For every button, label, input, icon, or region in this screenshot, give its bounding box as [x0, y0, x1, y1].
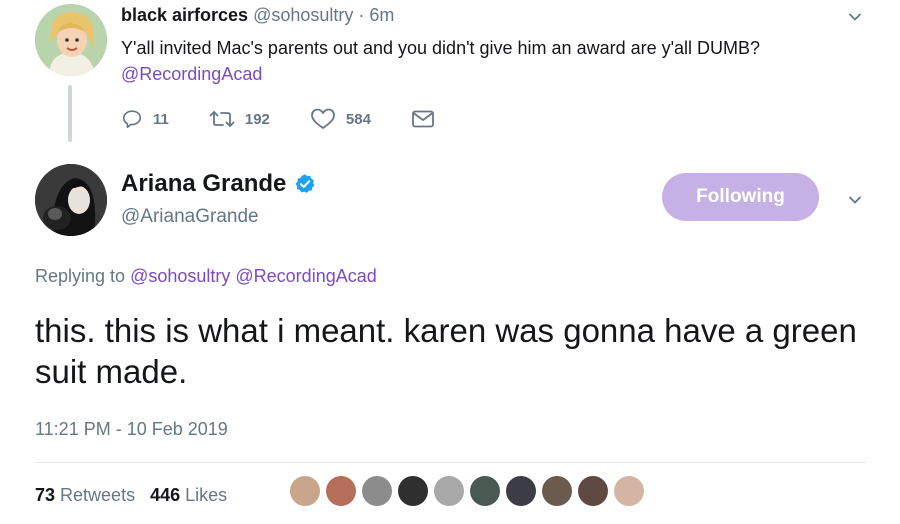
parent-mention-link[interactable]: @RecordingAcad	[121, 64, 262, 84]
retweet-icon	[209, 111, 235, 127]
parent-tweet-header: black airforces @sohosultry · 6m	[121, 4, 394, 26]
reply-count: 11	[153, 110, 169, 128]
parent-separator: ·	[353, 5, 370, 25]
author-name-row: Ariana Grande	[121, 170, 316, 198]
tweet-stats: 73 Retweets 446 Likes	[35, 485, 227, 506]
liker-avatar[interactable]	[470, 476, 500, 506]
parent-caret-down-icon[interactable]	[848, 10, 862, 24]
liker-avatar[interactable]	[542, 476, 572, 506]
liker-avatar[interactable]	[614, 476, 644, 506]
author-avatar[interactable]	[35, 164, 107, 236]
replying-to-line: Replying to @sohosultry @RecordingAcad	[35, 266, 377, 287]
replying-mention-sohosultry[interactable]: @sohosultry	[130, 266, 230, 286]
retweet-count: 192	[244, 110, 270, 128]
verified-badge-icon	[295, 174, 315, 193]
liker-avatar[interactable]	[326, 476, 356, 506]
like-count: 584	[345, 110, 371, 128]
caret-down-icon[interactable]	[848, 193, 862, 207]
likes-stat[interactable]: 446 Likes	[150, 485, 227, 505]
liker-avatar[interactable]	[506, 476, 536, 506]
liker-avatar[interactable]	[362, 476, 392, 506]
likes-label: Likes	[180, 485, 228, 505]
following-button[interactable]: Following	[662, 173, 819, 221]
parent-text-body: Y'all invited Mac's parents out and you …	[121, 38, 761, 58]
tweet-text: this. this is what i meant. karen was go…	[35, 312, 857, 390]
retweets-label: Retweets	[55, 485, 136, 505]
thread-line	[68, 85, 72, 142]
liker-avatar[interactable]	[434, 476, 464, 506]
parent-tweet[interactable]: black airforces @sohosultry · 6m Y'all i…	[0, 0, 900, 160]
like-count-value: 446	[150, 485, 181, 505]
like-icon	[310, 108, 335, 129]
replying-mention-recordingacad[interactable]: @RecordingAcad	[235, 266, 376, 286]
direct-message-button[interactable]	[411, 109, 445, 129]
likers-avatar-row	[290, 476, 650, 506]
parent-tweet-time[interactable]: 6m	[369, 5, 394, 25]
author-handle[interactable]: @ArianaGrande	[121, 206, 259, 228]
parent-tweet-text: Y'all invited Mac's parents out and you …	[121, 35, 821, 87]
liker-avatar[interactable]	[290, 476, 320, 506]
message-icon	[412, 110, 434, 128]
retweets-stat[interactable]: 73 Retweets	[35, 485, 135, 505]
tweet-timestamp[interactable]: 11:21 PM - 10 Feb 2019	[35, 419, 228, 440]
retweet-count-value: 73	[35, 485, 56, 505]
parent-author-handle[interactable]: @sohosultry	[253, 5, 353, 25]
author-name[interactable]: Ariana Grande	[121, 170, 286, 198]
liker-avatar[interactable]	[578, 476, 608, 506]
retweet-button[interactable]: 192	[209, 108, 270, 130]
liker-avatar[interactable]	[398, 476, 428, 506]
parent-avatar[interactable]	[35, 4, 107, 76]
divider	[35, 462, 867, 463]
reply-button[interactable]: 11	[121, 108, 169, 130]
like-button[interactable]: 584	[310, 107, 371, 131]
reply-icon	[122, 110, 142, 129]
parent-author-name[interactable]: black airforces	[121, 5, 248, 25]
replying-prefix: Replying to	[35, 266, 131, 286]
parent-action-bar: 11 192 584	[121, 106, 485, 132]
